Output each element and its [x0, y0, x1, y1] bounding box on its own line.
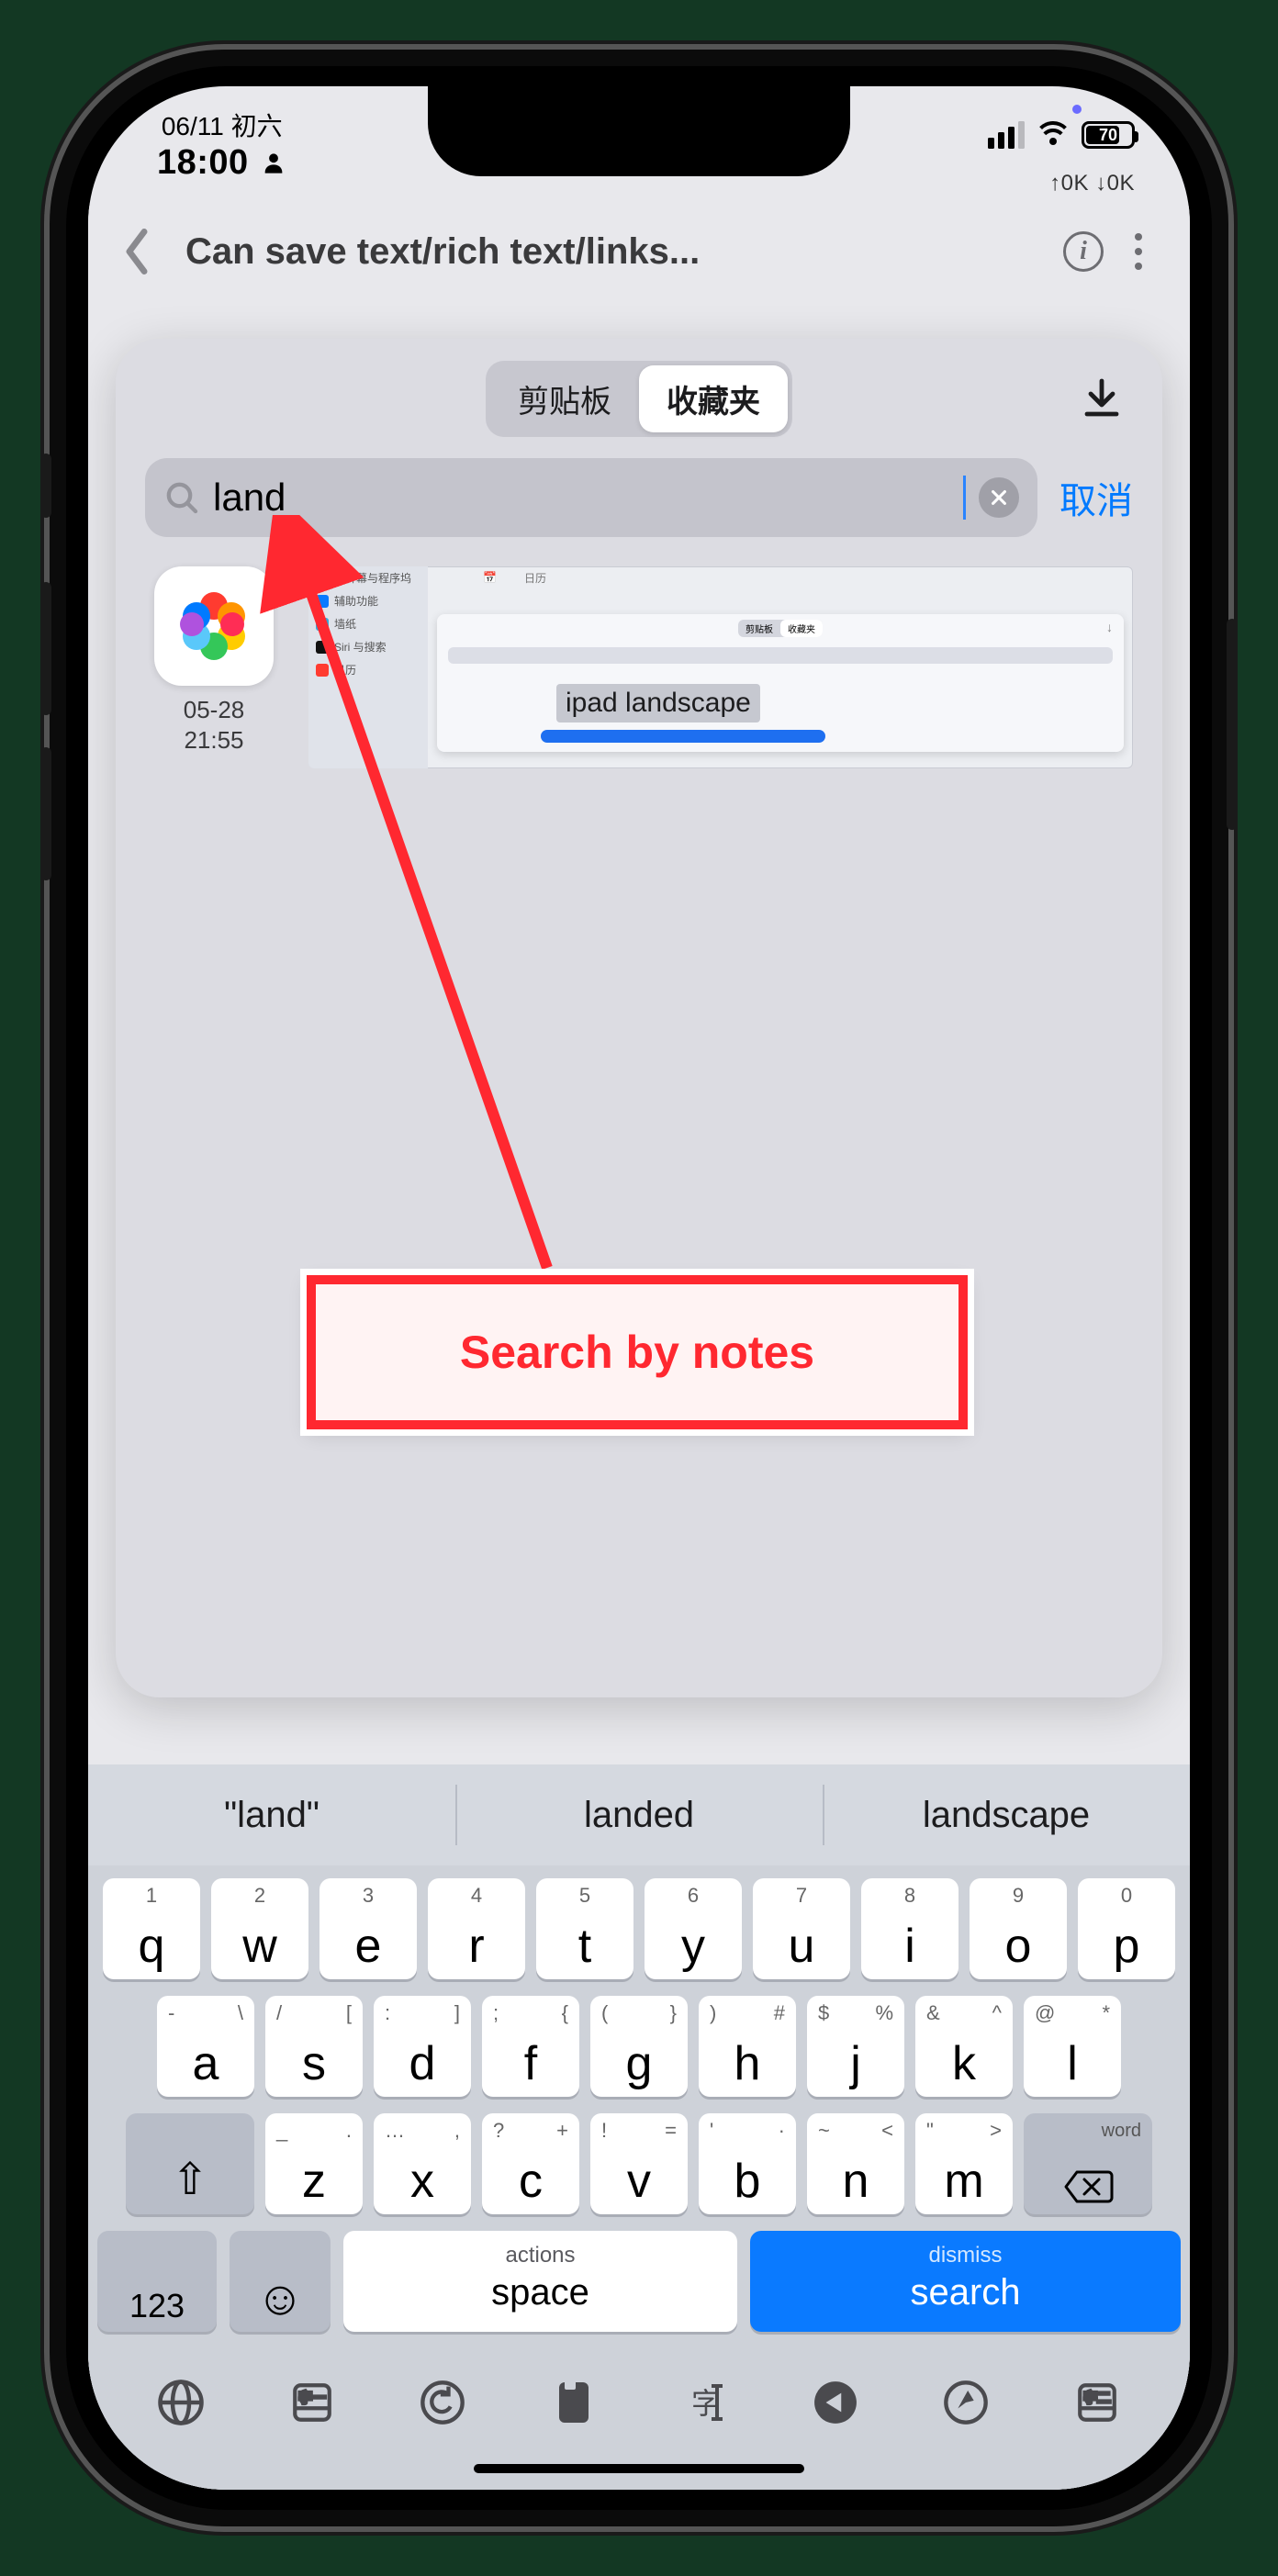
key-s[interactable]: /[s [265, 1996, 363, 2097]
suggestion-1[interactable]: "land" [88, 1764, 455, 1865]
space-key[interactable]: actions space [343, 2231, 737, 2332]
key-w[interactable]: 2w [211, 1878, 308, 1979]
key-x[interactable]: …,x [374, 2113, 471, 2214]
key-k[interactable]: &^k [915, 1996, 1013, 2097]
key-n[interactable]: ~<n [807, 2113, 904, 2214]
numbers-key[interactable]: 123 [97, 2231, 217, 2332]
tab-favorites[interactable]: 收藏夹 [639, 365, 788, 432]
import-button[interactable] [1080, 375, 1124, 420]
search-field[interactable] [145, 458, 1037, 537]
result-time: 21:55 [184, 725, 245, 756]
key-d[interactable]: :]d [374, 1996, 471, 2097]
clear-button[interactable] [979, 477, 1019, 518]
shift-icon: ⇧ [172, 2154, 208, 2205]
undo-icon[interactable] [410, 2370, 475, 2435]
device-notch [428, 86, 850, 176]
key-r[interactable]: 4r [428, 1878, 525, 1979]
result-preview[interactable]: 主屏幕与程序坞 辅助功能 墙纸 Siri 与搜索 日历 📅日历 剪贴板收藏夹 ↓… [308, 566, 1133, 768]
key-z[interactable]: _.z [265, 2113, 363, 2214]
key-o[interactable]: 9o [970, 1878, 1067, 1979]
key-t[interactable]: 5t [536, 1878, 633, 1979]
suggestion-2[interactable]: landed [455, 1764, 823, 1865]
cellular-icon [988, 121, 1025, 149]
search-icon [163, 479, 200, 516]
key-f[interactable]: ;{f [482, 1996, 579, 2097]
play-left-icon[interactable] [803, 2370, 868, 2435]
key-j[interactable]: $%j [807, 1996, 904, 2097]
key-a[interactable]: -\a [157, 1996, 254, 2097]
key-h[interactable]: )#h [699, 1996, 796, 2097]
network-stats: ↑0K ↓0K [1049, 171, 1135, 196]
battery-icon: 70 [1082, 121, 1135, 149]
more-button[interactable] [1111, 224, 1166, 279]
search-key[interactable]: dismiss search [750, 2231, 1181, 2332]
profile-icon [261, 150, 286, 175]
clipboard-icon[interactable] [542, 2370, 606, 2435]
status-time: 18:00 [157, 143, 249, 183]
page-title: Can save text/rich text/links... [162, 231, 1056, 273]
key-q[interactable]: 1q [103, 1878, 200, 1979]
key-g[interactable]: (}g [590, 1996, 688, 2097]
svg-text:字二: 字二 [1083, 2391, 1110, 2406]
key-p[interactable]: 0p [1078, 1878, 1175, 1979]
photos-app-icon [154, 566, 274, 686]
shift-key[interactable]: ⇧ [126, 2113, 254, 2214]
back-button[interactable] [112, 222, 162, 281]
match-highlight: ipad landscape [556, 684, 760, 722]
home-indicator [474, 2464, 804, 2473]
key-v[interactable]: !=v [590, 2113, 688, 2214]
backspace-icon [1062, 2168, 1114, 2205]
match-underline [541, 730, 825, 743]
cancel-button[interactable]: 取消 [1059, 471, 1133, 524]
emoji-key[interactable]: ☺ [230, 2231, 331, 2332]
key-u[interactable]: 7u [753, 1878, 850, 1979]
key-m[interactable]: ">m [915, 2113, 1013, 2214]
settings-icon[interactable] [934, 2370, 998, 2435]
info-button[interactable]: i [1056, 224, 1111, 279]
result-date: 05-28 [184, 695, 245, 725]
recording-indicator-icon [1072, 105, 1082, 114]
key-i[interactable]: 8i [861, 1878, 958, 1979]
globe-icon[interactable] [149, 2370, 213, 2435]
sticker2-icon[interactable]: 字二 [1065, 2370, 1129, 2435]
key-l[interactable]: @*l [1024, 1996, 1121, 2097]
search-input[interactable] [213, 476, 950, 520]
wifi-icon [1036, 121, 1071, 149]
delete-key[interactable]: word [1024, 2113, 1152, 2214]
segmented-control: 剪贴板 收藏夹 [486, 361, 792, 437]
picker-sheet: 剪贴板 收藏夹 取消 [116, 339, 1162, 1697]
svg-text:字一: 字一 [298, 2391, 325, 2406]
text-cursor-icon[interactable]: 字 [672, 2370, 736, 2435]
tab-clipboard[interactable]: 剪贴板 [490, 365, 639, 432]
key-e[interactable]: 3e [320, 1878, 417, 1979]
status-date: 06/11 初六 [157, 106, 286, 143]
text-caret [963, 476, 966, 520]
key-b[interactable]: '·b [699, 2113, 796, 2214]
key-c[interactable]: ?+c [482, 2113, 579, 2214]
nav-bar: Can save text/rich text/links... i [88, 206, 1190, 297]
keyboard: "land" landed landscape 1q2w3e4r5t6y7u8i… [88, 1764, 1190, 2490]
suggestion-3[interactable]: landscape [823, 1764, 1190, 1865]
annotation-callout: Search by notes [307, 1275, 968, 1429]
key-y[interactable]: 6y [645, 1878, 742, 1979]
sticker-icon[interactable]: 字一 [280, 2370, 344, 2435]
suggestion-bar: "land" landed landscape [88, 1764, 1190, 1865]
result-item[interactable]: 05-28 21:55 [145, 566, 283, 755]
